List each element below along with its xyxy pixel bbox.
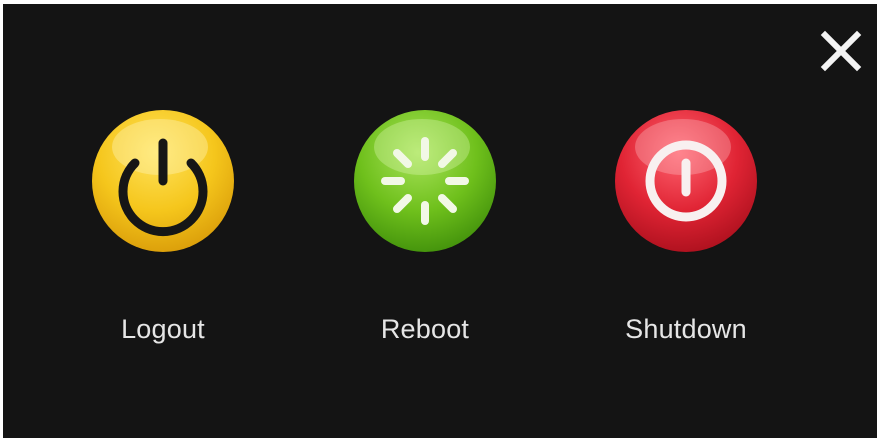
- reboot-button[interactable]: Reboot: [345, 107, 505, 357]
- shutdown-button[interactable]: Shutdown: [606, 107, 766, 357]
- power-options-dialog: Logout Reboot Shutdown: [3, 4, 877, 438]
- shutdown-label: Shutdown: [625, 314, 747, 344]
- close-x-icon: [820, 30, 862, 72]
- power-off-icon: [615, 110, 759, 257]
- loading-spinner-icon: [354, 110, 498, 257]
- reboot-orb: [352, 107, 498, 257]
- logout-orb: [90, 107, 236, 257]
- logout-button[interactable]: Logout: [83, 107, 243, 357]
- power-icon: [92, 110, 236, 257]
- close-button[interactable]: [818, 28, 864, 74]
- logout-label: Logout: [121, 314, 205, 344]
- shutdown-orb: [613, 107, 759, 257]
- reboot-label: Reboot: [380, 314, 470, 344]
